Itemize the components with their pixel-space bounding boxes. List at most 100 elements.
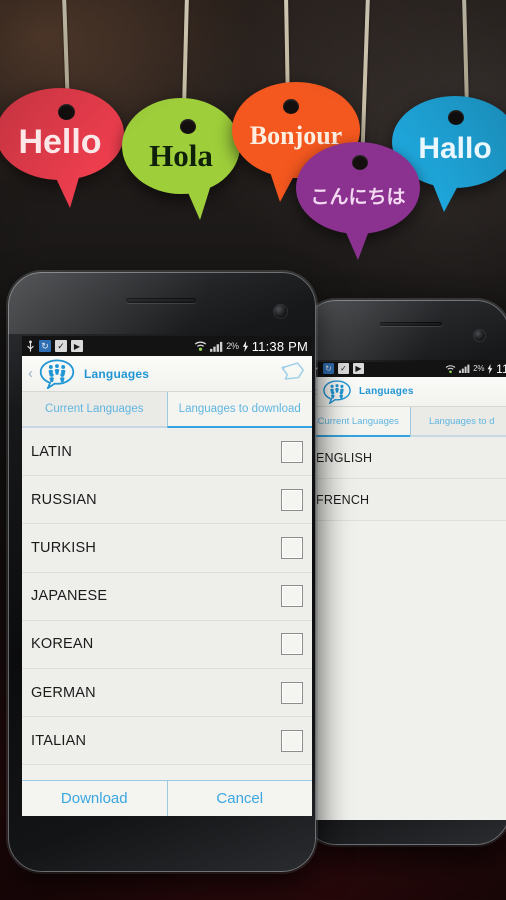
table-row[interactable]: ITALIAN <box>22 717 312 766</box>
language-name: KOREAN <box>31 636 94 653</box>
table-row[interactable]: KOREAN <box>22 620 312 669</box>
language-name: RUSSIAN <box>31 491 97 508</box>
bubble-tail-hallo <box>432 182 460 212</box>
tab-bar-back: Current Languages Languages to d <box>307 407 506 437</box>
charging-bolt-icon <box>487 363 493 374</box>
cancel-button-label: Cancel <box>216 790 264 807</box>
phone-device-back: ↻ ✓ ▶ 2% 11 Languages Current Languages … <box>302 300 506 845</box>
language-name: ITALIAN <box>31 732 87 749</box>
front-camera-back <box>474 330 485 341</box>
language-name: JAPANESE <box>31 588 108 605</box>
cancel-button[interactable]: Cancel <box>166 781 313 816</box>
bubble-hole-konnichiwa <box>352 155 368 170</box>
app-title-front: Languages <box>84 366 150 381</box>
bubble-tail-hola <box>186 188 210 220</box>
earpiece-speaker-front <box>126 298 196 303</box>
status-bar-back: ↻ ✓ ▶ 2% 11 <box>307 360 506 377</box>
play-store-icon: ▶ <box>71 340 83 352</box>
list-item[interactable]: FRENCH <box>307 479 506 521</box>
signal-bars-icon <box>459 364 470 373</box>
speech-bubble-hello: Hello <box>0 88 124 208</box>
table-row[interactable]: JAPANESE <box>22 572 312 621</box>
status-bar-clock-front: 11:38 PM <box>251 338 308 354</box>
app-title-back: Languages <box>359 386 414 397</box>
sync-icon: ↻ <box>323 363 334 374</box>
language-list-back[interactable]: ENGLISH FRENCH <box>307 437 506 820</box>
bubble-hole-hello <box>58 104 75 120</box>
tab-label: Current Languages <box>45 403 144 415</box>
bubble-tail-bonjour <box>270 172 296 202</box>
front-camera-front <box>274 305 287 318</box>
checkbox-icon[interactable] <box>281 585 303 608</box>
speech-bubble-hola: Hola <box>122 98 240 220</box>
action-bar-back: ‹ Languages <box>307 377 506 407</box>
status-bar-front: ↻ ✓ ▶ 2% 11:38 PM <box>22 336 312 356</box>
battery-percent-back: 2% <box>473 364 485 373</box>
list-item[interactable]: ENGLISH <box>307 437 506 479</box>
language-name: GERMAN <box>31 684 96 701</box>
bubble-hole-bonjour <box>283 99 299 114</box>
bubble-label-hola: Hola <box>149 137 213 173</box>
checkbox-app-icon: ✓ <box>338 363 349 374</box>
status-bar-clock-back: 11 <box>496 361 506 376</box>
usb-icon <box>27 340 34 352</box>
table-row[interactable]: GERMAN <box>22 668 312 718</box>
checkbox-icon[interactable] <box>281 729 303 752</box>
bubble-label-hello: Hello <box>18 123 102 161</box>
battery-percent-front: 2% <box>226 341 239 351</box>
signal-bars-icon <box>210 341 223 352</box>
download-button-label: Download <box>60 790 128 807</box>
tab-label: Languages to d <box>428 415 495 427</box>
phone-device-front: ↻ ✓ ▶ 2% 11:38 PM ‹ Languages Current La… <box>8 272 316 872</box>
tab-languages-to-download-back[interactable]: Languages to d <box>409 407 506 437</box>
phone-screen-front: ↻ ✓ ▶ 2% 11:38 PM ‹ Languages Current La… <box>22 336 312 816</box>
language-name: TURKISH <box>31 539 97 556</box>
checkbox-icon[interactable] <box>281 633 303 656</box>
bubble-hole-hallo <box>448 110 464 125</box>
download-button[interactable]: Download <box>22 781 167 816</box>
checkbox-icon[interactable] <box>281 440 303 463</box>
play-store-icon: ▶ <box>353 363 364 374</box>
checkbox-icon[interactable] <box>281 681 303 704</box>
phone-screen-back: ↻ ✓ ▶ 2% 11 Languages Current Languages … <box>307 360 506 820</box>
checkbox-app-icon: ✓ <box>55 340 67 352</box>
tab-current-languages-back[interactable]: Current Languages <box>307 407 410 437</box>
checkbox-icon[interactable] <box>281 488 303 511</box>
checkbox-icon[interactable] <box>281 536 303 559</box>
bubble-tail-hello <box>54 174 80 208</box>
language-name: LATIN <box>31 443 73 460</box>
tab-current-languages-front[interactable]: Current Languages <box>22 392 167 428</box>
tab-bar-front: Current Languages Languages to download <box>22 392 312 428</box>
charging-bolt-icon <box>242 340 248 352</box>
bubble-label-bonjour: Bonjour <box>249 121 343 150</box>
table-row[interactable]: RUSSIAN <box>22 476 312 525</box>
wifi-icon <box>195 341 207 351</box>
languages-logo-icon[interactable] <box>322 379 352 404</box>
tab-languages-to-download-front[interactable]: Languages to download <box>166 392 312 428</box>
language-name: ENGLISH <box>316 450 373 465</box>
bubble-hole-hola <box>180 119 196 134</box>
bubble-label-konnichiwa: こんにちは <box>310 185 406 208</box>
action-bar-front: ‹ Languages <box>22 356 312 392</box>
dialog-footer-front: Download Cancel <box>22 780 312 816</box>
status-bar-left-icons-back: ↻ ✓ ▶ <box>311 363 364 374</box>
status-bar-left-icons-front: ↻ ✓ ▶ <box>26 340 83 353</box>
language-list-front[interactable]: LATIN RUSSIAN TURKISH JAPANESE KOREAN GE… <box>22 428 312 780</box>
tab-label: Current Languages <box>317 415 399 427</box>
speech-bubble-konnichiwa: こんにちは <box>296 142 420 260</box>
table-row[interactable]: TURKISH <box>22 524 312 573</box>
status-bar-right-icons-front: 2% 11:38 PM <box>194 339 308 354</box>
earpiece-speaker-back <box>380 322 442 326</box>
app-store-screenshot: Hello Hola Bonjour Hallo こんにちは ↻ ✓ ▶ 2% … <box>0 0 506 900</box>
screen-glass-reflection-front <box>8 272 316 334</box>
tab-label: Languages to download <box>178 403 301 415</box>
back-caret-icon[interactable]: ‹ <box>28 366 33 381</box>
languages-logo-icon[interactable] <box>37 358 77 389</box>
language-name: FRENCH <box>316 492 370 507</box>
table-row[interactable]: LATIN <box>22 428 312 477</box>
sync-icon: ↻ <box>39 340 51 352</box>
speech-tag-icon[interactable] <box>276 360 306 387</box>
status-bar-right-icons-back: 2% 11 <box>445 362 506 376</box>
bubble-label-hallo: Hallo <box>418 132 492 165</box>
wifi-icon <box>445 364 456 373</box>
